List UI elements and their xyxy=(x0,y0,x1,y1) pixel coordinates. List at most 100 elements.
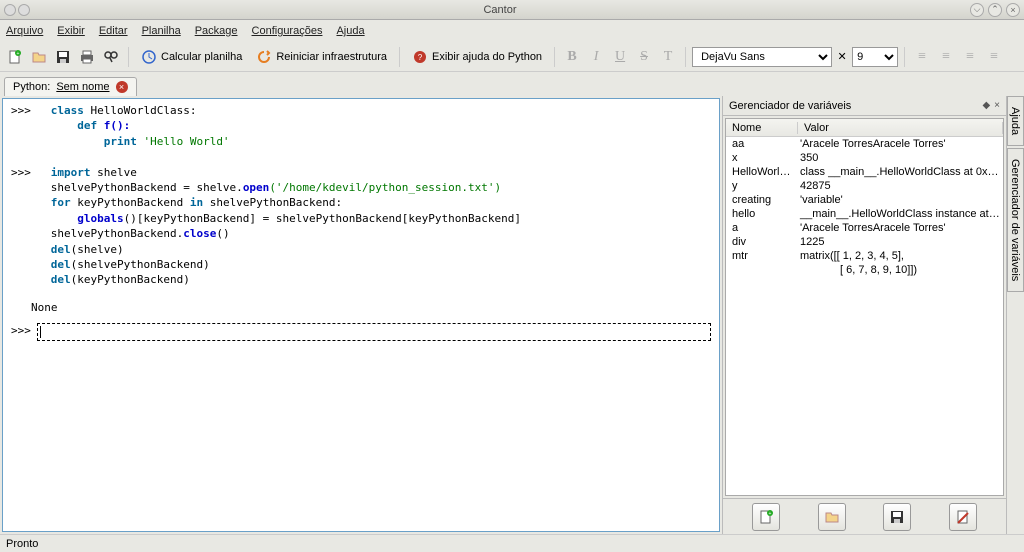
input-cell: >>> xyxy=(11,323,711,341)
align-right-button[interactable]: ≡ xyxy=(959,46,981,68)
font-size-select[interactable]: 9 xyxy=(852,47,898,67)
status-text: Pronto xyxy=(6,538,38,550)
window-button-1[interactable] xyxy=(4,4,16,16)
variable-row[interactable]: [ 6, 7, 8, 9, 10]]) xyxy=(726,263,1003,277)
prompt-3: >>> xyxy=(11,323,31,338)
svg-text:+: + xyxy=(17,51,20,57)
variable-row[interactable]: a'Aracele TorresAracele Torres' xyxy=(726,221,1003,235)
variable-row[interactable]: creating'variable' xyxy=(726,193,1003,207)
panel-delete-button[interactable] xyxy=(949,503,977,531)
prompt-2: >>> xyxy=(11,166,31,179)
bold-button[interactable]: B xyxy=(561,46,583,68)
variable-row[interactable]: x350 xyxy=(726,151,1003,165)
titlebar: Cantor ⌵ ⌃ × xyxy=(0,0,1024,20)
var-name: a xyxy=(726,222,798,234)
code-editor[interactable]: >>> class HelloWorldClass: def f(): prin… xyxy=(2,98,720,532)
font-color-button[interactable]: T xyxy=(657,46,679,68)
window-button-2[interactable] xyxy=(18,4,30,16)
svg-text:?: ? xyxy=(418,53,423,62)
calcular-button[interactable]: Calcular planilha xyxy=(135,47,248,67)
tab-prefix: Python: xyxy=(13,81,50,93)
ajuda-python-button[interactable]: ? Exibir ajuda do Python xyxy=(406,47,548,67)
svg-text:+: + xyxy=(768,511,771,517)
tab-name: Sem nome xyxy=(56,81,109,93)
close-button[interactable]: × xyxy=(1006,3,1020,17)
panel-close-icon[interactable]: × xyxy=(994,100,1000,111)
reiniciar-label: Reiniciar infraestrutura xyxy=(276,51,387,63)
side-tabs: Ajuda Gerenciador de variáveis xyxy=(1006,96,1024,534)
find-button[interactable] xyxy=(100,46,122,68)
panel-title: Gerenciador de variáveis xyxy=(729,100,978,112)
menu-arquivo[interactable]: Arquivo xyxy=(6,25,43,37)
variable-row[interactable]: HelloWorldCl...class __main__.HelloWorld… xyxy=(726,165,1003,179)
var-value: __main__.HelloWorldClass instance at 0x.… xyxy=(798,208,1003,220)
ajuda-python-label: Exibir ajuda do Python xyxy=(432,51,542,63)
italic-button[interactable]: I xyxy=(585,46,607,68)
save-button[interactable] xyxy=(52,46,74,68)
toolbar: + Calcular planilha Reiniciar infraestru… xyxy=(0,42,1024,72)
var-value: [ 6, 7, 8, 9, 10]]) xyxy=(798,264,1003,276)
input-box[interactable] xyxy=(37,323,711,341)
variable-row[interactable]: div1225 xyxy=(726,235,1003,249)
menu-ajuda[interactable]: Ajuda xyxy=(336,25,364,37)
panel-header: Gerenciador de variáveis ◆ × xyxy=(723,96,1006,116)
var-value: 42875 xyxy=(798,180,1003,192)
col-name[interactable]: Nome xyxy=(726,122,798,134)
tabbar: Python: Sem nome × xyxy=(0,72,1024,96)
menu-editar[interactable]: Editar xyxy=(99,25,128,37)
var-value: 'Aracele TorresAracele Torres' xyxy=(798,222,1003,234)
menu-planilha[interactable]: Planilha xyxy=(142,25,181,37)
align-center-button[interactable]: ≡ xyxy=(935,46,957,68)
font-family-select[interactable]: DejaVu Sans xyxy=(692,47,832,67)
panel-detach-icon[interactable]: ◆ xyxy=(982,100,990,111)
var-name: x xyxy=(726,152,798,164)
toolbar-separator xyxy=(128,47,129,67)
var-value: 'Aracele TorresAracele Torres' xyxy=(798,138,1003,150)
minimize-button[interactable]: ⌵ xyxy=(970,3,984,17)
toolbar-separator-3 xyxy=(554,47,555,67)
var-name: creating xyxy=(726,194,798,206)
window-controls-right: ⌵ ⌃ × xyxy=(970,3,1020,17)
menu-exibir[interactable]: Exibir xyxy=(57,25,85,37)
main-area: >>> class HelloWorldClass: def f(): prin… xyxy=(0,96,1024,534)
variable-row[interactable]: hello__main__.HelloWorldClass instance a… xyxy=(726,207,1003,221)
sidetab-gerenciador[interactable]: Gerenciador de variáveis xyxy=(1007,148,1024,292)
panel-save-button[interactable] xyxy=(883,503,911,531)
variables-table: Nome Valor aa'Aracele TorresAracele Torr… xyxy=(725,118,1004,496)
menubar: Arquivo Exibir Editar Planilha Package C… xyxy=(0,20,1024,42)
strikethrough-button[interactable]: S xyxy=(633,46,655,68)
open-button[interactable] xyxy=(28,46,50,68)
variables-panel: Gerenciador de variáveis ◆ × Nome Valor … xyxy=(722,96,1006,534)
var-name: hello xyxy=(726,208,798,220)
maximize-button[interactable]: ⌃ xyxy=(988,3,1002,17)
align-left-button[interactable]: ≡ xyxy=(911,46,933,68)
var-name: HelloWorldCl... xyxy=(726,166,798,178)
var-name: y xyxy=(726,180,798,192)
variable-row[interactable]: y42875 xyxy=(726,179,1003,193)
output-cell: None xyxy=(31,300,711,315)
underline-button[interactable]: U xyxy=(609,46,631,68)
variable-row[interactable]: aa'Aracele TorresAracele Torres' xyxy=(726,137,1003,151)
panel-toolbar: + xyxy=(723,498,1006,534)
document-tab[interactable]: Python: Sem nome × xyxy=(4,77,137,96)
menu-package[interactable]: Package xyxy=(195,25,238,37)
sidetab-ajuda[interactable]: Ajuda xyxy=(1007,96,1024,146)
var-name: aa xyxy=(726,138,798,150)
toolbar-separator-4 xyxy=(685,47,686,67)
panel-open-button[interactable] xyxy=(818,503,846,531)
font-clear-button[interactable]: ✕ xyxy=(834,46,850,68)
var-value: matrix([[ 1, 2, 3, 4, 5], xyxy=(798,250,1003,262)
variable-row[interactable]: mtrmatrix([[ 1, 2, 3, 4, 5], xyxy=(726,249,1003,263)
print-button[interactable] xyxy=(76,46,98,68)
new-button[interactable]: + xyxy=(4,46,26,68)
panel-add-button[interactable]: + xyxy=(752,503,780,531)
col-value[interactable]: Valor xyxy=(798,122,1003,134)
reiniciar-button[interactable]: Reiniciar infraestrutura xyxy=(250,47,393,67)
prompt-1: >>> xyxy=(11,104,31,117)
toolbar-separator-2 xyxy=(399,47,400,67)
tab-close-icon[interactable]: × xyxy=(116,81,128,93)
calcular-label: Calcular planilha xyxy=(161,51,242,63)
menu-configuracoes[interactable]: Configurações xyxy=(252,25,323,37)
statusbar: Pronto xyxy=(0,534,1024,552)
align-justify-button[interactable]: ≡ xyxy=(983,46,1005,68)
